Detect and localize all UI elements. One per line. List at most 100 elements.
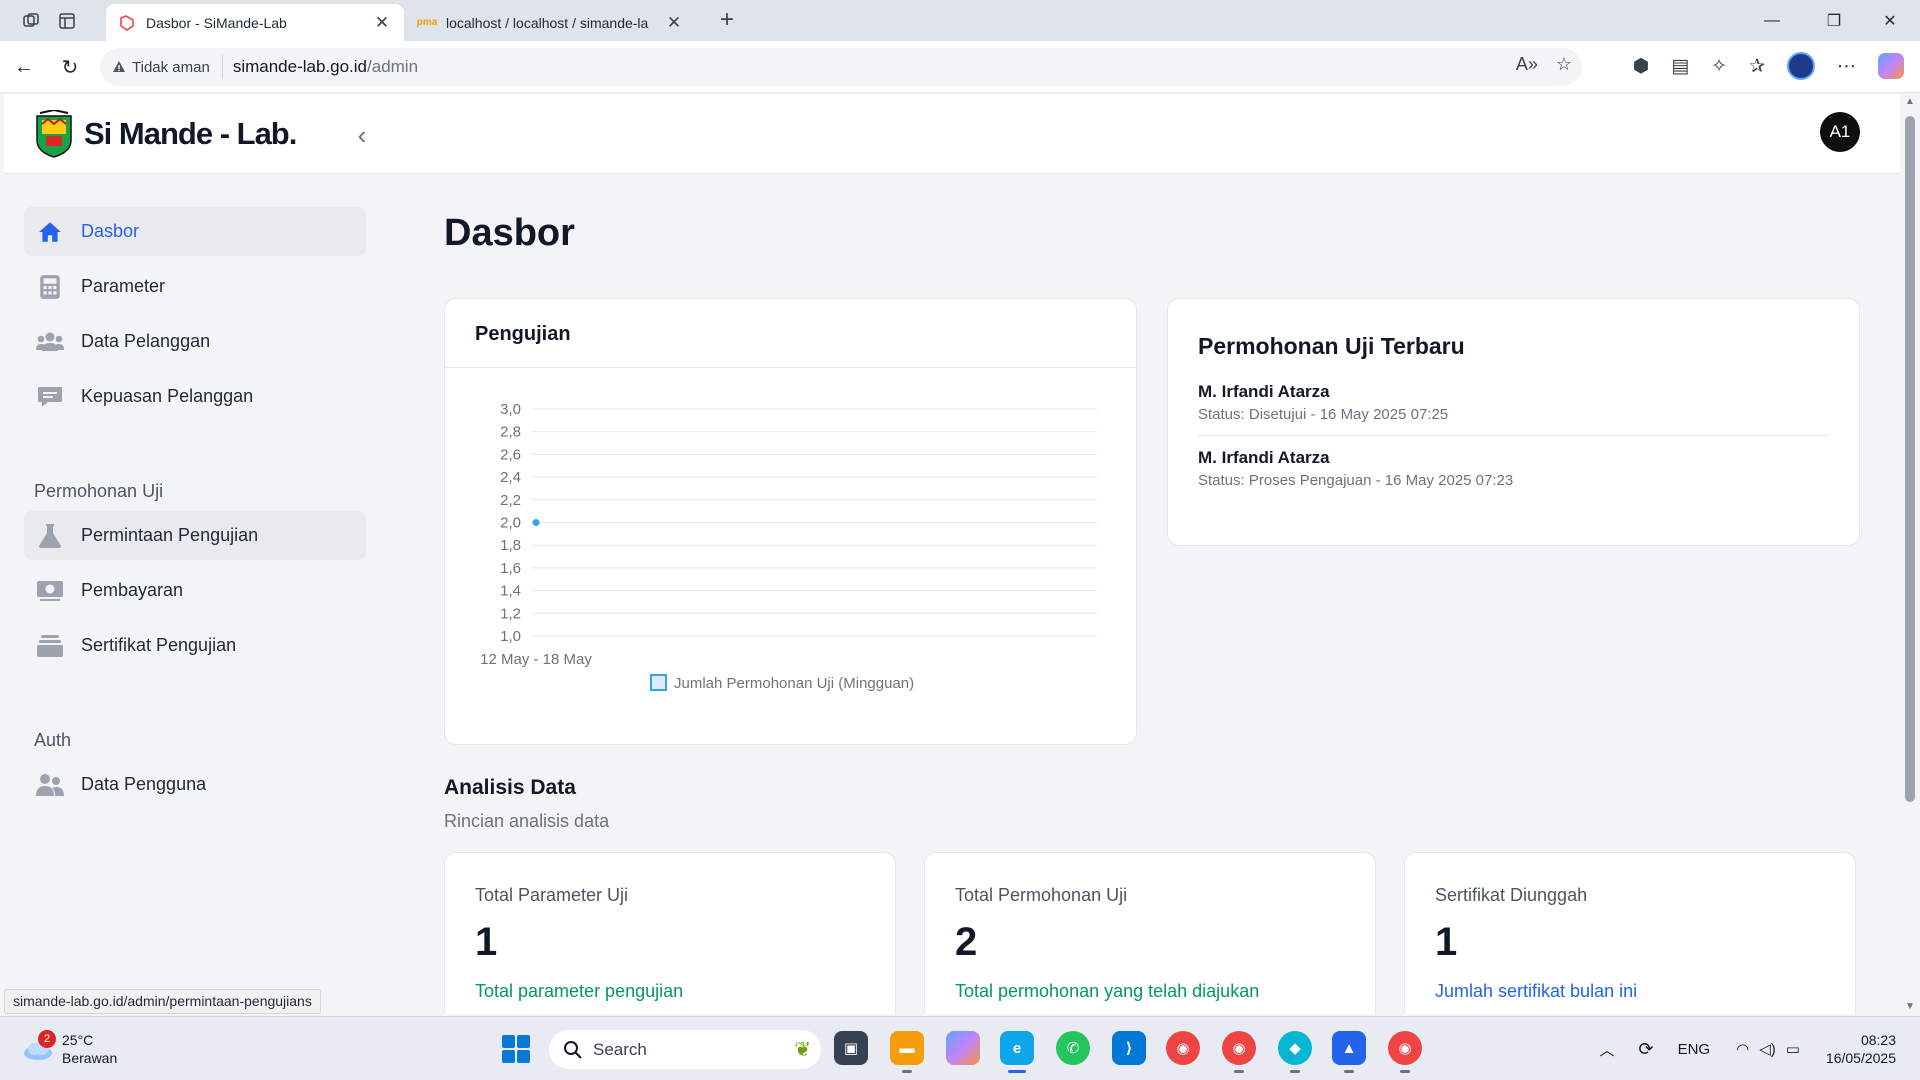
taskbar-search[interactable]: Search ❦ (549, 1030, 821, 1069)
profile-avatar[interactable] (1787, 52, 1815, 80)
request-status: Status: Disetujui - 16 May 2025 07:25 (1198, 406, 1449, 423)
sidebar-item-dasbor[interactable]: Dasbor (24, 207, 366, 256)
sidebar-item-pembayaran[interactable]: Pembayaran (24, 566, 366, 615)
analysis-title: Analisis Data (444, 776, 576, 799)
scroll-up-icon[interactable]: ▲ (1900, 96, 1920, 107)
hover-link-status: simande-lab.go.id/admin/permintaan-pengu… (4, 989, 321, 1014)
mysql-workbench-icon[interactable]: ◆ (1278, 1031, 1312, 1073)
vscode-icon[interactable]: ⟩ (1112, 1031, 1146, 1065)
tray-overflow-chevron-icon[interactable]: ︿ (1599, 1039, 1614, 1060)
list-item[interactable]: M. Irfandi Atarza Status: Disetujui - 16… (1198, 382, 1829, 436)
phpmyadmin-favicon-icon: pma (416, 17, 438, 28)
clock-date: 16/05/2025 (1825, 1050, 1896, 1066)
minimize-button[interactable]: — (1752, 6, 1792, 36)
close-window-button[interactable]: ✕ (1870, 6, 1910, 36)
security-indicator[interactable]: Tidak aman (112, 55, 223, 79)
refresh-icon[interactable]: ↻ (54, 51, 86, 83)
user-avatar[interactable]: A1 (1820, 112, 1860, 152)
whatsapp-icon[interactable]: ✆ (1056, 1031, 1090, 1065)
extension-shield-icon[interactable]: ⬢ (1633, 55, 1650, 78)
stat-label: Total Parameter Uji (475, 885, 629, 905)
data-point (532, 519, 540, 526)
y-tick-label: 1,0 (500, 628, 521, 645)
tab-phpmyadmin[interactable]: pma localhost / localhost / simande-la ✕ (406, 4, 696, 41)
taskbar-clock[interactable]: 08:23 16/05/2025 (1826, 1031, 1896, 1067)
security-label: Tidak aman (132, 58, 210, 76)
sidebar-item-sertifikat-pengujian[interactable]: Sertifikat Pengujian (24, 621, 366, 670)
y-tick-label: 1,4 (500, 583, 521, 600)
browser-tab-bar: Dasbor - SiMande-Lab ✕ pma localhost / l… (0, 0, 1920, 41)
more-menu-icon[interactable]: ⋯ (1837, 55, 1856, 78)
battery-icon[interactable]: ▭ (1786, 1040, 1800, 1058)
sidebar: Dasbor Parameter Data Pelanggan Kepuasan… (4, 175, 374, 1014)
list-item[interactable]: M. Irfandi Atarza Status: Proses Pengaju… (1198, 448, 1829, 501)
sidebar-item-data-pengguna[interactable]: Data Pengguna (24, 760, 366, 809)
scroll-down-icon[interactable]: ▼ (1900, 1001, 1920, 1012)
sidebar-item-label: Pembayaran (81, 580, 184, 600)
copilot-app-icon[interactable] (946, 1031, 980, 1065)
sidebar-item-kepuasan-pelanggan[interactable]: Kepuasan Pelanggan (24, 372, 366, 421)
photos-app-icon[interactable]: ▲ (1332, 1031, 1366, 1073)
money-icon (36, 577, 64, 605)
sidebar-item-permintaan-pengujian[interactable]: Permintaan Pengujian (24, 511, 366, 560)
sidebar-item-label: Parameter (81, 276, 166, 296)
page-scrollbar[interactable]: ▲ ▼ (1900, 94, 1920, 1014)
favorites-icon[interactable]: ✰ (1749, 55, 1765, 78)
chrome-profile-icon[interactable]: ◉ (1222, 1031, 1256, 1073)
y-tick-label: 2,2 (500, 492, 521, 509)
url-path: /admin (367, 57, 419, 76)
language-indicator[interactable]: ENG (1678, 1041, 1711, 1058)
read-aloud-icon[interactable]: A» (1516, 54, 1538, 75)
app-logo[interactable]: Si Mande - Lab. (34, 110, 297, 158)
sidebar-item-label: Dasbor (81, 221, 140, 241)
tab-dasbor[interactable]: Dasbor - SiMande-Lab ✕ (106, 4, 404, 41)
chrome-profile-2-icon[interactable]: ◉ (1388, 1031, 1422, 1073)
weather-desc: Berawan (62, 1050, 118, 1066)
y-tick-label: 1,8 (500, 537, 521, 554)
section-title-permohonan-uji: Permohonan Uji (34, 481, 164, 501)
stat-value: 1 (1435, 920, 1458, 964)
task-view-icon[interactable]: ▣ (834, 1031, 868, 1065)
close-tab-icon[interactable]: ✕ (664, 13, 684, 33)
tab-label: Dasbor - SiMande-Lab (146, 14, 287, 31)
chrome-icon[interactable]: ◉ (1166, 1031, 1200, 1065)
weather-widget[interactable]: 2 25°C Berawan (22, 1030, 118, 1067)
wifi-icon[interactable]: ◠ (1736, 1040, 1749, 1058)
calculator-icon (36, 273, 64, 301)
stat-note: Jumlah sertifikat bulan ini (1435, 981, 1638, 1001)
clock-time: 08:23 (1860, 1032, 1896, 1048)
workspaces-icon[interactable] (16, 6, 46, 36)
vertical-tabs-icon[interactable] (52, 6, 82, 36)
search-highlight-icon: ❦ (794, 1039, 811, 1061)
edge-browser-icon[interactable]: e (1000, 1031, 1034, 1073)
url-field[interactable]: Tidak aman simande-lab.go.id/admin A» ☆ (100, 48, 1582, 86)
collapse-sidebar-chevron-icon[interactable]: ‹ (348, 120, 376, 151)
scroll-thumb[interactable] (1905, 116, 1915, 802)
legend-label: Jumlah Permohonan Uji (Mingguan) (674, 675, 914, 692)
sync-icon[interactable]: ⟳ (1639, 1039, 1654, 1060)
back-arrow-icon[interactable]: ← (8, 51, 40, 83)
y-tick-label: 2,8 (500, 424, 521, 441)
stat-card-total-parameter: Total Parameter Uji 1 Total parameter pe… (444, 852, 896, 1014)
chart-card-title: Pengujian (445, 299, 1136, 368)
copilot-icon[interactable] (1878, 53, 1904, 79)
file-explorer-icon[interactable]: ▬ (890, 1031, 924, 1073)
extensions-puzzle-icon[interactable]: ✧ (1711, 55, 1727, 78)
restore-button[interactable]: ❐ (1814, 6, 1854, 36)
section-title-auth: Auth (34, 730, 72, 750)
reading-view-icon[interactable]: ▤ (1671, 55, 1689, 78)
windows-start-icon[interactable] (502, 1035, 530, 1063)
stat-note: Total permohonan yang telah diajukan (955, 981, 1260, 1001)
laravel-favicon-icon (118, 14, 136, 32)
volume-icon[interactable]: ◁) (1759, 1040, 1776, 1058)
sidebar-item-data-pelanggan[interactable]: Data Pelanggan (24, 317, 366, 366)
new-tab-button[interactable]: + (712, 6, 742, 34)
sidebar-item-parameter[interactable]: Parameter (24, 262, 366, 311)
x-tick-label: 12 May - 18 May (480, 651, 592, 668)
weather-temp: 25°C (62, 1032, 94, 1048)
sidebar-item-label: Data Pengguna (81, 774, 207, 794)
request-status: Status: Proses Pengajuan - 16 May 2025 0… (1198, 472, 1514, 489)
stat-card-sertifikat: Sertifikat Diunggah 1 Jumlah sertifikat … (1404, 852, 1856, 1014)
favorite-star-icon[interactable]: ☆ (1556, 54, 1572, 75)
close-tab-icon[interactable]: ✕ (372, 13, 392, 33)
